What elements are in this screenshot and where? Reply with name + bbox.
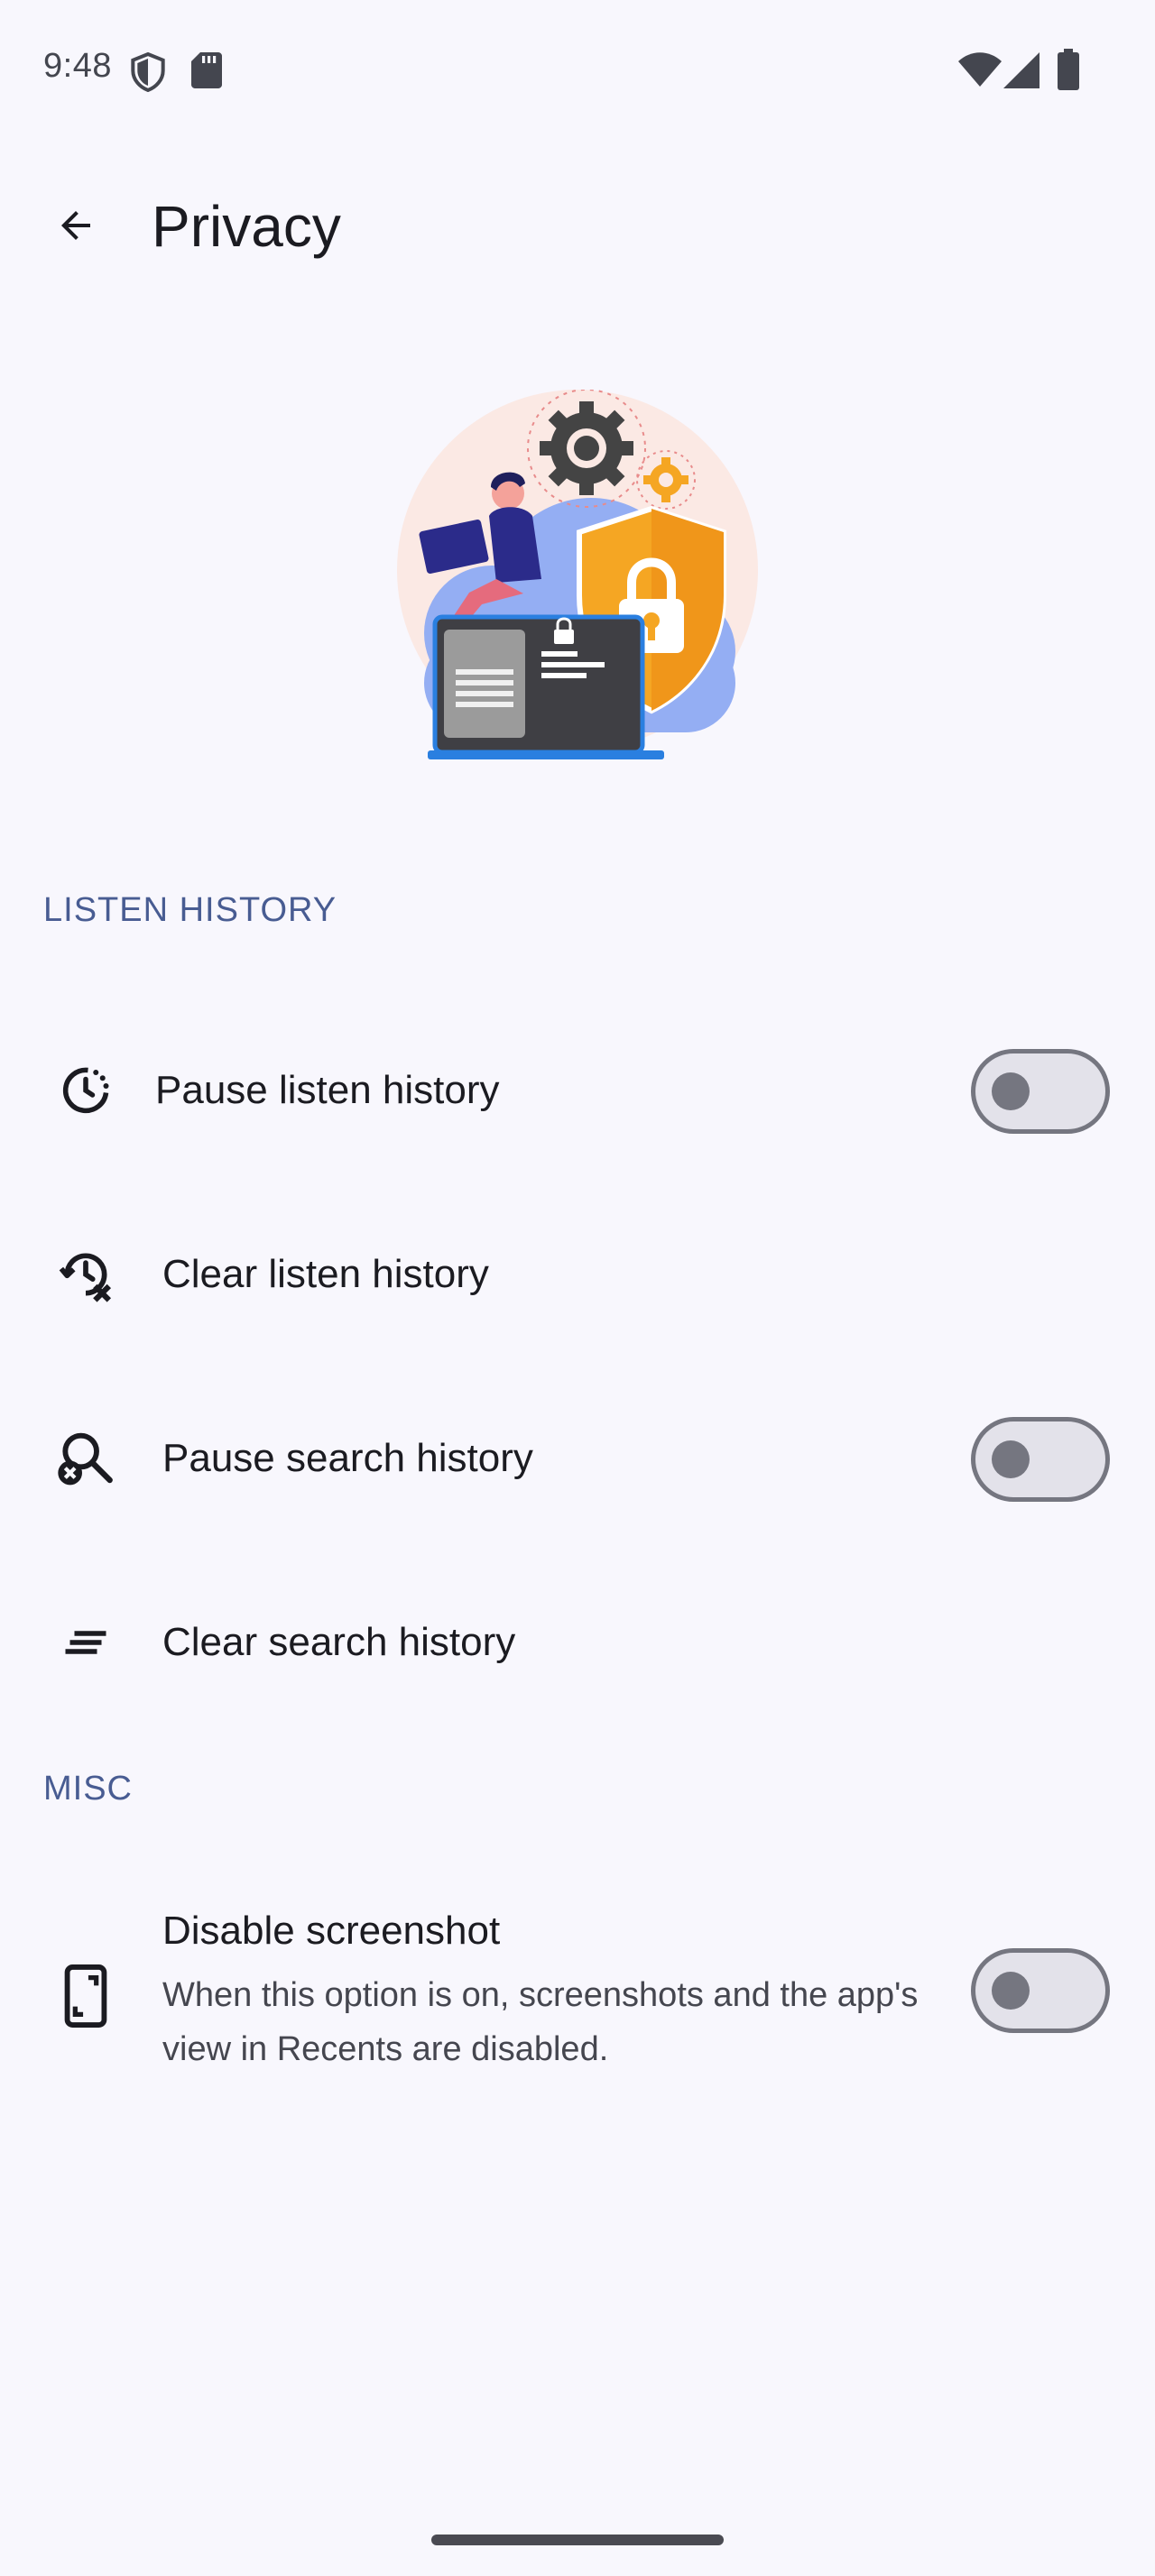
- search-off-icon: [54, 1427, 117, 1490]
- switch-thumb: [992, 1972, 1030, 2010]
- pause-search-history-switch[interactable]: [971, 1417, 1110, 1502]
- clear-listen-history-title: Clear listen history: [162, 1252, 489, 1296]
- pause-listen-history-row[interactable]: Pause listen history: [0, 1001, 1155, 1182]
- battery-icon: [1058, 49, 1079, 90]
- clear-all-icon: [54, 1611, 117, 1674]
- disable-screenshot-row[interactable]: Disable screenshot When this option is o…: [0, 1885, 1155, 2111]
- section-header-listen-history: LISTEN HISTORY: [43, 891, 337, 929]
- switch-thumb: [992, 1440, 1030, 1478]
- back-button[interactable]: [40, 189, 112, 262]
- disable-screenshot-summary: When this option is on, screenshots and …: [162, 1976, 919, 2068]
- switch-thumb: [992, 1072, 1030, 1110]
- pause-listen-history-title: Pause listen history: [155, 1068, 500, 1112]
- wifi-icon: [958, 52, 1002, 87]
- status-bar: 9:48: [0, 0, 1155, 135]
- clear-history-icon: [54, 1243, 117, 1306]
- home-indicator[interactable]: [431, 2535, 724, 2545]
- pause-search-history-title: Pause search history: [162, 1436, 533, 1480]
- status-time: 9:48: [43, 47, 112, 85]
- privacy-illustration: [397, 390, 758, 759]
- sd-card-icon: [191, 52, 222, 88]
- arrow-back-icon: [61, 211, 90, 240]
- pause-listen-history-switch[interactable]: [971, 1049, 1110, 1134]
- app-bar: Privacy: [0, 162, 1155, 289]
- phone-screenshot-icon: [54, 1964, 117, 2028]
- section-header-misc: MISC: [43, 1770, 133, 1808]
- page-title: Privacy: [152, 194, 341, 259]
- clear-listen-history-row[interactable]: Clear listen history: [0, 1185, 1155, 1366]
- clear-search-history-title: Clear search history: [162, 1620, 516, 1664]
- pause-search-history-row[interactable]: Pause search history: [0, 1369, 1155, 1550]
- cellular-signal-icon: [1003, 52, 1040, 88]
- shield-icon: [131, 52, 165, 92]
- disable-screenshot-switch[interactable]: [971, 1948, 1110, 2033]
- pause-history-icon: [54, 1059, 117, 1122]
- disable-screenshot-title: Disable screenshot: [162, 1909, 501, 1953]
- clear-search-history-row[interactable]: Clear search history: [0, 1553, 1155, 1734]
